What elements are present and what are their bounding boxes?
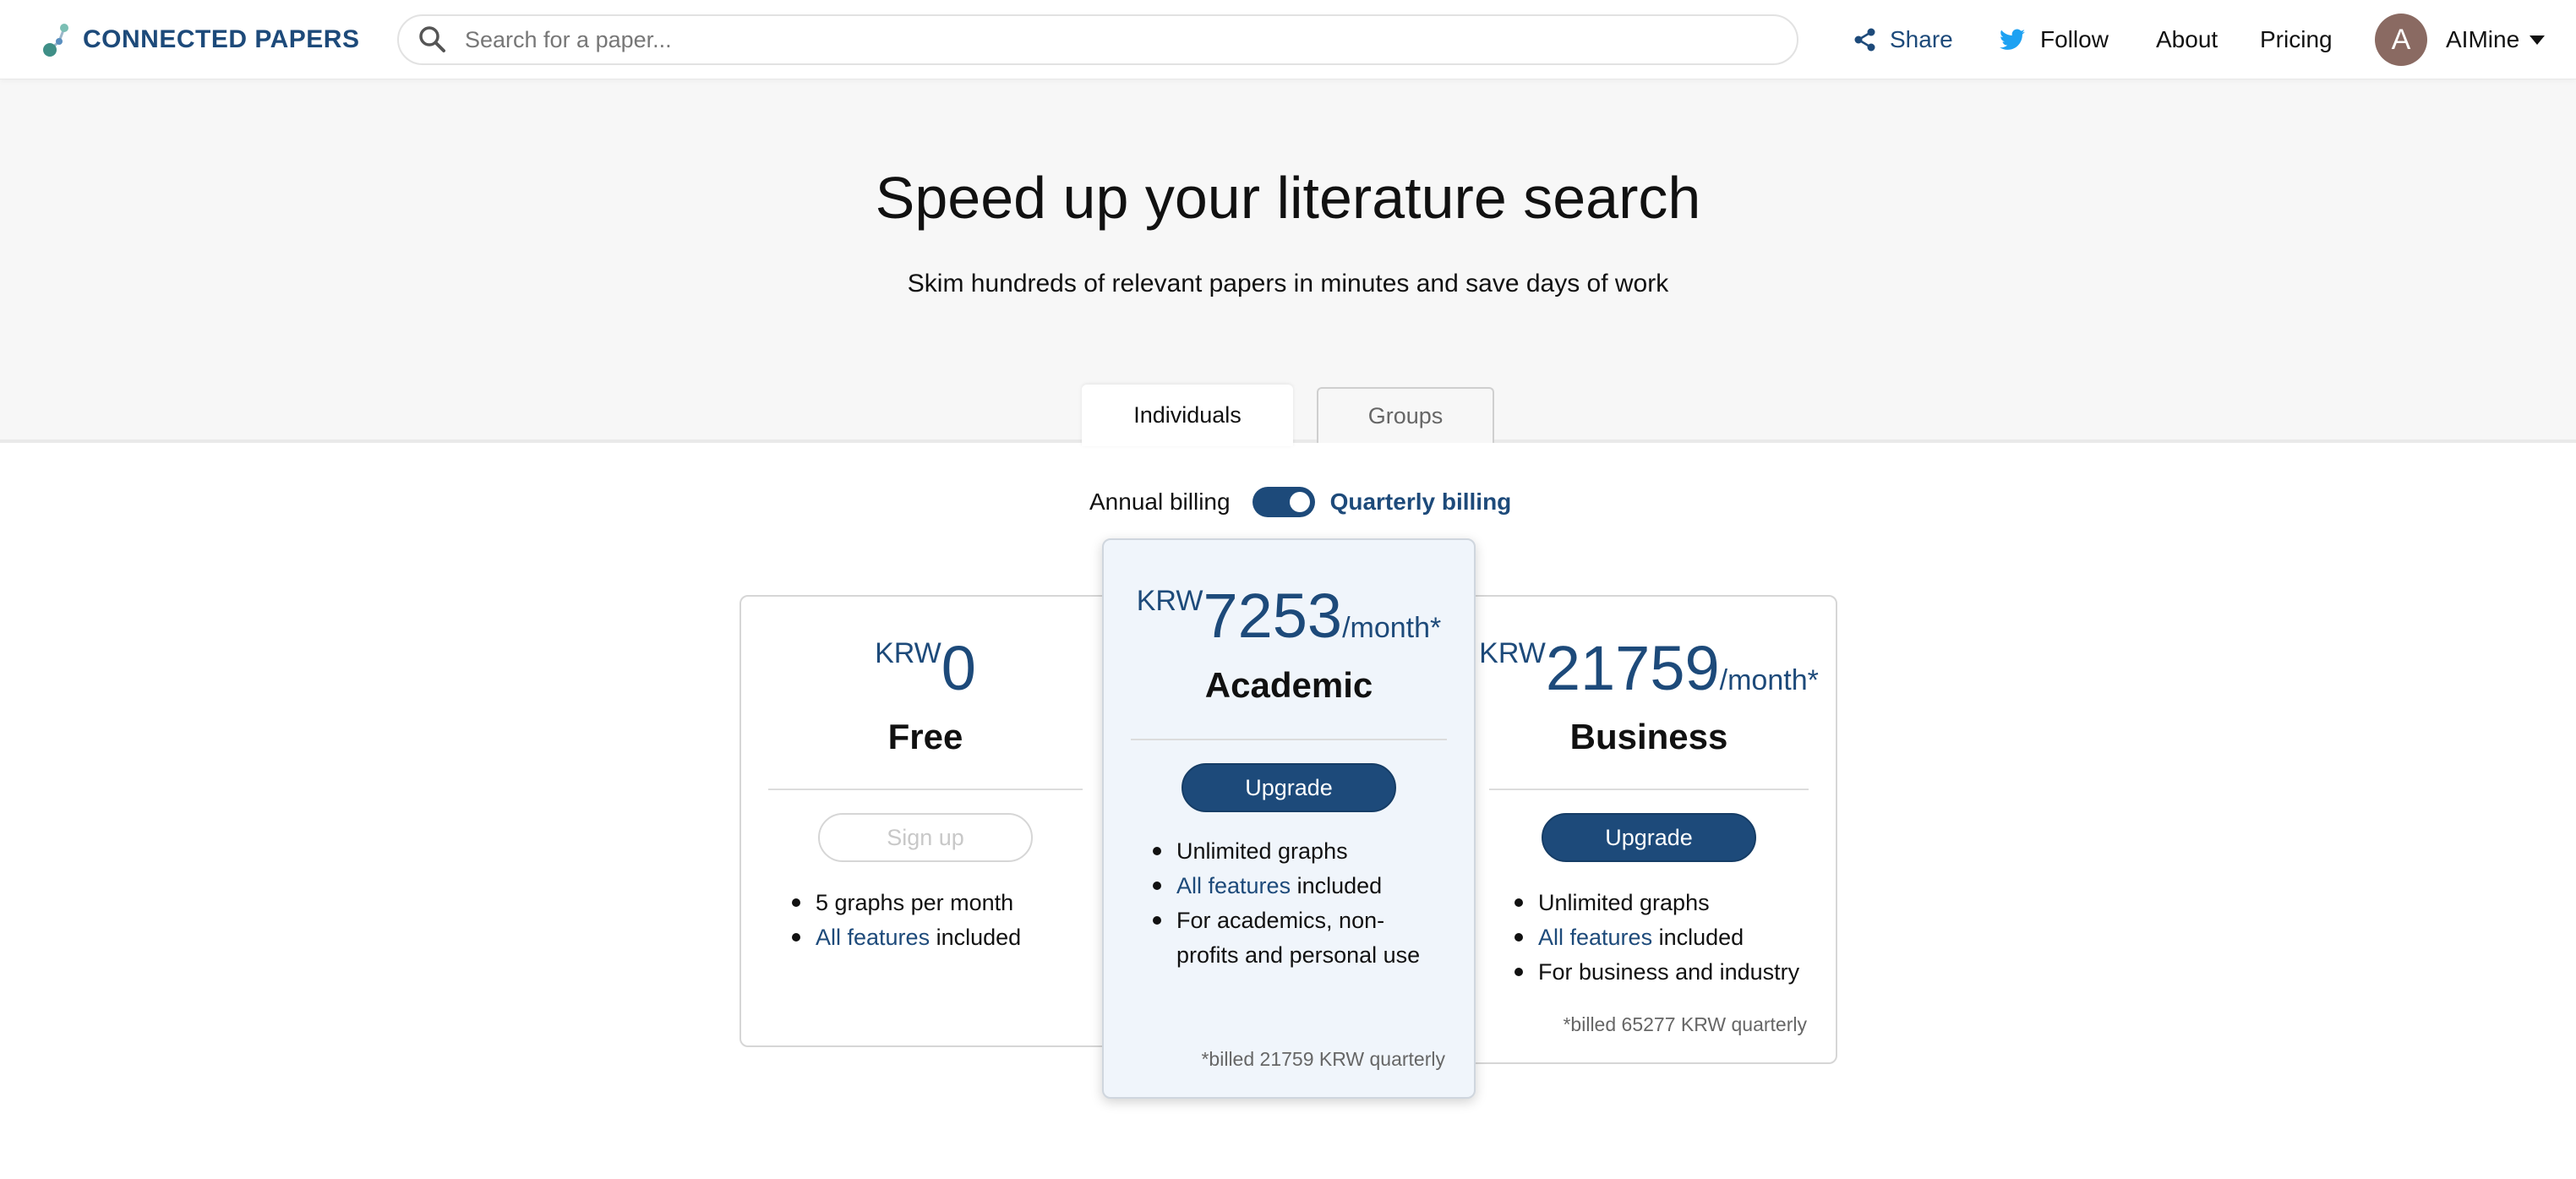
feature-list: 5 graphs per month All features included <box>792 886 1096 955</box>
divider <box>768 789 1083 790</box>
feature-item: Unlimited graphs <box>1514 886 1827 920</box>
top-navbar: CONNECTED PAPERS Share Follow About Pric… <box>0 0 2576 79</box>
price-amount: 21759 <box>1545 633 1720 703</box>
feature-item: 5 graphs per month <box>792 886 1096 920</box>
connected-papers-logo-icon <box>43 24 68 57</box>
price-amount: 0 <box>941 633 976 703</box>
price-period: /month* <box>1719 664 1819 696</box>
twitter-icon <box>2000 29 2025 50</box>
billing-toggle-switch[interactable] <box>1252 487 1315 517</box>
plan-card-academic: KRW7253/month* Academic Upgrade Unlimite… <box>1102 538 1476 1099</box>
tab-individuals[interactable]: Individuals <box>1082 385 1293 446</box>
toggle-knob <box>1289 492 1310 512</box>
about-link[interactable]: About <box>2156 0 2218 79</box>
chevron-down-icon <box>2530 35 2546 45</box>
plan-name: Academic <box>1204 665 1373 705</box>
search-icon <box>419 26 445 52</box>
follow-button[interactable]: Follow <box>2000 0 2109 79</box>
plan-name: Free <box>887 717 963 756</box>
billing-footnote: *billed 21759 KRW quarterly <box>1201 1048 1445 1070</box>
upgrade-button[interactable]: Upgrade <box>1542 813 1756 862</box>
billing-toggle-row: Annual billing Quarterly billing <box>1089 485 1511 519</box>
logo[interactable]: CONNECTED PAPERS <box>42 19 359 61</box>
feature-item: For business and industry <box>1514 955 1827 990</box>
feature-item: Unlimited graphs <box>1153 834 1440 869</box>
all-features-link[interactable]: All features <box>816 925 930 950</box>
share-icon <box>1854 28 1875 52</box>
plan-price: KRW7253/month* <box>1104 580 1474 652</box>
signup-button[interactable]: Sign up <box>818 813 1033 862</box>
feature-item: All features included <box>1514 920 1827 955</box>
user-menu[interactable]: A AIMine <box>2375 0 2546 79</box>
search-input[interactable] <box>465 26 1733 53</box>
plan-price: KRW21759/month* <box>1462 632 1836 704</box>
price-currency: KRW <box>1136 585 1203 617</box>
feature-list: Unlimited graphs All features included F… <box>1153 834 1440 973</box>
logo-text: CONNECTED PAPERS <box>83 25 360 53</box>
share-label: Share <box>1890 26 1953 52</box>
plan-card-free: KRW0 Free Sign up 5 graphs per month All… <box>740 595 1111 1047</box>
all-features-link[interactable]: All features <box>1538 925 1652 950</box>
plan-card-business: KRW21759/month* Business Upgrade Unlimit… <box>1460 595 1837 1064</box>
divider <box>1489 789 1809 790</box>
user-name: AIMine <box>2446 26 2520 52</box>
all-features-link[interactable]: All features <box>1176 873 1291 898</box>
plan-name: Business <box>1569 717 1728 756</box>
search-bar[interactable] <box>397 14 1798 65</box>
feature-item: All features included <box>792 920 1096 955</box>
price-amount: 7253 <box>1203 581 1343 651</box>
feature-item: All features included <box>1153 869 1440 903</box>
plan-price: KRW0 <box>741 632 1110 704</box>
page-title: Speed up your literature search <box>875 165 1701 231</box>
billing-footnote: *billed 65277 KRW quarterly <box>1563 1013 1807 1035</box>
pricing-link[interactable]: Pricing <box>2260 0 2333 79</box>
share-button[interactable]: Share <box>1853 0 1953 79</box>
feature-item: For academics, non-profits and personal … <box>1153 903 1440 973</box>
divider <box>1131 739 1447 740</box>
price-period: /month* <box>1342 612 1442 644</box>
annual-billing-label[interactable]: Annual billing <box>1089 489 1231 516</box>
tab-groups[interactable]: Groups <box>1317 387 1494 443</box>
avatar: A <box>2375 14 2427 66</box>
price-currency: KRW <box>875 637 941 669</box>
upgrade-button[interactable]: Upgrade <box>1182 763 1396 812</box>
page-subtitle: Skim hundreds of relevant papers in minu… <box>907 270 1669 297</box>
quarterly-billing-label[interactable]: Quarterly billing <box>1330 489 1512 516</box>
price-currency: KRW <box>1479 637 1546 669</box>
follow-label: Follow <box>2040 26 2109 52</box>
feature-list: Unlimited graphs All features included F… <box>1514 886 1827 990</box>
